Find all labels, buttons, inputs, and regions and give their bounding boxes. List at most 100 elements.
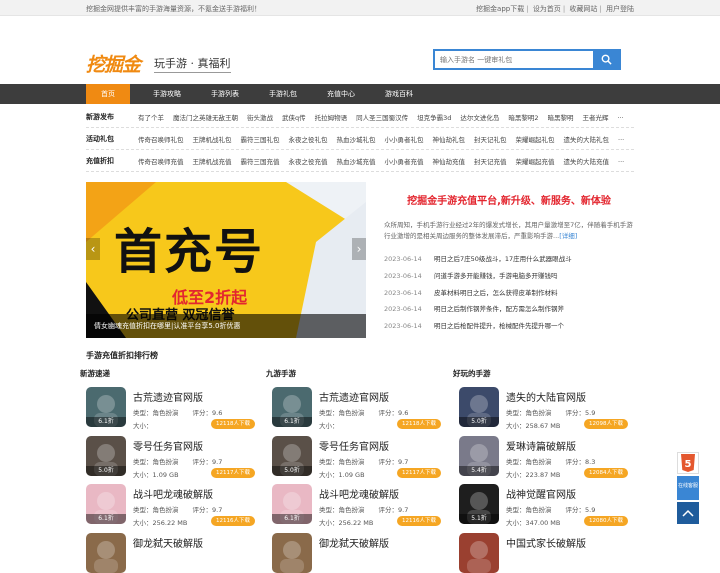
more-link[interactable]: ... [618,112,624,122]
game-thumbnail[interactable] [272,533,312,573]
game-type: 类型：角色扮演 [319,409,365,417]
category-link[interactable]: 小小勇者充值 [385,156,424,166]
search-input[interactable] [435,51,593,68]
app-download-link[interactable]: 挖掘金app下载 [476,5,524,13]
more-link[interactable]: ... [618,156,624,166]
category-link[interactable]: 荣耀崛起充值 [516,156,555,166]
game-item[interactable]: 5.4折 爱琳诗篇破解版 类型：角色扮演评分：8.3 大小：223.87 MB … [459,428,635,477]
game-name[interactable]: 战斗吧龙魂破解版 [133,486,213,501]
bookmark-link[interactable]: 收藏网站 [569,5,597,13]
category-link[interactable]: 达尔文进化岛 [460,112,499,122]
category-link[interactable]: 遗失的大陆充值 [564,156,610,166]
game-item[interactable]: 5.0折 零号任务官网版 类型：角色扮演评分：9.7 大小：1.09 GB 12… [86,428,262,477]
banner-carousel[interactable]: 首充号 低至2折起 公司直营 双冠信誉 ‹ › 倩女幽魂充值折扣在哪里|认准平台… [86,182,366,338]
category-link[interactable]: 王牌机战充值 [193,156,232,166]
back-to-top-button[interactable] [677,502,699,524]
category-link[interactable]: 霸符三国礼包 [241,134,280,144]
game-name[interactable]: 御龙弑天破解版 [319,535,389,550]
game-item[interactable]: 6.1折 古荒遗迹官网版 类型：角色扮演评分：9.6 大小： 12118人下载 [86,379,262,428]
category-link[interactable]: 封天记充值 [474,156,507,166]
game-name[interactable]: 遗失的大陆官网版 [506,389,586,404]
game-thumbnail[interactable] [86,533,126,573]
game-thumbnail[interactable]: 6.1折 [86,387,126,427]
news-headline[interactable]: 挖掘金手游充值平台,新升级、新服务、新体验 [384,192,634,207]
category-link[interactable]: 荣耀崛起礼包 [516,134,555,144]
news-item[interactable]: 2023-06-14问道手游多开能赚钱，手游电脑多开赚钱吗 [384,268,634,285]
nav-game-list[interactable]: 手游列表 [196,84,254,104]
game-item[interactable]: 6.1折 战斗吧龙魂破解版 类型：角色扮演评分：9.7 大小：256.22 MB… [86,476,262,525]
category-link[interactable]: 神仙劫礼包 [433,134,466,144]
category-link[interactable]: 小小勇者礼包 [385,134,424,144]
logo[interactable]: 挖掘金 玩手游 · 真福利 [86,50,231,77]
nav-gifts[interactable]: 手游礼包 [254,84,312,104]
banner-next-button[interactable]: › [352,238,366,260]
ranking-column-fun: 好玩的手游 5.0折 遗失的大陆官网版 类型：角色扮演评分：5.9 大小：258… [459,368,635,573]
game-name[interactable]: 古荒遗迹官网版 [133,389,203,404]
search-button[interactable] [593,51,619,68]
game-item[interactable]: 御龙弑天破解版 [86,525,262,573]
game-name[interactable]: 御龙弑天破解版 [133,535,203,550]
category-link[interactable]: 永夜之役礼包 [289,134,328,144]
game-thumbnail[interactable] [459,533,499,573]
game-item[interactable]: 中国式家长破解版 [459,525,635,573]
game-name[interactable]: 零号任务官网版 [319,438,389,453]
news-item[interactable]: 2023-06-14明日之后枪配件提升，枪械配件先提升哪一个 [384,318,634,335]
category-link[interactable]: 遗失的大陆礼包 [564,134,610,144]
category-link[interactable]: 王者光辉 [583,112,609,122]
category-link[interactable]: 王牌机战礼包 [193,134,232,144]
game-thumbnail[interactable]: 5.0折 [272,436,312,476]
h5-float-button[interactable]: 5 [677,452,699,474]
category-link[interactable]: 霸符三国充值 [241,156,280,166]
login-link[interactable]: 用户登陆 [606,5,634,13]
news-more-link[interactable]: [详细] [559,232,577,240]
category-link[interactable]: 封天记礼包 [474,134,507,144]
customer-service-button[interactable]: 在线客服 [677,476,699,500]
game-thumbnail[interactable]: 5.0折 [459,387,499,427]
game-item[interactable]: 6.1折 古荒遗迹官网版 类型：角色扮演评分：9.6 大小： 12118人下载 [272,379,448,428]
game-item[interactable]: 5.0折 遗失的大陆官网版 类型：角色扮演评分：5.9 大小：258.67 MB… [459,379,635,428]
nav-recharge[interactable]: 充值中心 [312,84,370,104]
category-link[interactable]: 有了个羊 [138,112,164,122]
category-link[interactable]: 同人圣三国蜀汉传 [356,112,408,122]
game-thumbnail[interactable]: 6.1折 [86,484,126,524]
news-item[interactable]: 2023-06-14皮革材料明日之后，怎么获得皮革制作材料 [384,285,634,302]
game-name[interactable]: 中国式家长破解版 [506,535,586,550]
set-homepage-link[interactable]: 设为首页 [533,5,561,13]
category-link[interactable]: 传奇召唤师礼包 [138,134,184,144]
news-item[interactable]: 2023-06-14明日之后7庄50级战斗，17庄用什么武器眼战斗 [384,251,634,268]
banner-prev-button[interactable]: ‹ [86,238,100,260]
game-thumbnail[interactable]: 5.1折 [459,484,499,524]
category-link[interactable]: 永夜之役充值 [289,156,328,166]
category-link[interactable]: 暗黑黎明 [548,112,574,122]
game-item[interactable]: 御龙弑天破解版 [272,525,448,573]
game-thumbnail[interactable]: 6.1折 [272,387,312,427]
news-item[interactable]: 2023-06-14明日之后制作钢斧条件，配方需怎么制作钢斧 [384,301,634,318]
category-link[interactable]: 传奇召唤师充值 [138,156,184,166]
category-link[interactable]: 魔法门之英雄无敌王朝 [173,112,238,122]
game-item[interactable]: 5.0折 零号任务官网版 类型：角色扮演评分：9.7 大小：1.09 GB 12… [272,428,448,477]
game-name[interactable]: 零号任务官网版 [133,438,203,453]
category-link[interactable]: 暗黑黎明2 [508,112,538,122]
nav-guides[interactable]: 手游攻略 [138,84,196,104]
game-item[interactable]: 6.1折 战斗吧龙魂破解版 类型：角色扮演评分：9.7 大小：256.22 MB… [272,476,448,525]
game-thumbnail[interactable]: 6.1折 [272,484,312,524]
more-link[interactable]: ... [618,134,624,144]
nav-wiki[interactable]: 游戏百科 [370,84,428,104]
game-name[interactable]: 爱琳诗篇破解版 [506,438,576,453]
category-link[interactable]: 托拉姆物语 [315,112,348,122]
game-thumbnail[interactable]: 5.4折 [459,436,499,476]
category-link[interactable]: 热血沙城礼包 [337,134,376,144]
category-link[interactable]: 武侠q传 [282,112,306,122]
category-link[interactable]: 街头激战 [247,112,273,122]
category-link[interactable]: 神仙劫充值 [433,156,466,166]
game-score: 评分：9.7 [379,458,409,466]
game-thumbnail[interactable]: 5.0折 [86,436,126,476]
category-link[interactable]: 热血沙城充值 [337,156,376,166]
category-link[interactable]: 坦克争霸3d [417,112,451,122]
game-item[interactable]: 5.1折 战神觉醒官网版 类型：角色扮演评分：5.9 大小：347.00 MB … [459,476,635,525]
game-name[interactable]: 战斗吧龙魂破解版 [319,486,399,501]
game-name[interactable]: 古荒遗迹官网版 [319,389,389,404]
nav-home[interactable]: 首页 [86,84,130,104]
game-name[interactable]: 战神觉醒官网版 [506,486,576,501]
banner-caption[interactable]: 倩女幽魂充值折扣在哪里|认准平台享5.0折优惠 [86,314,366,338]
